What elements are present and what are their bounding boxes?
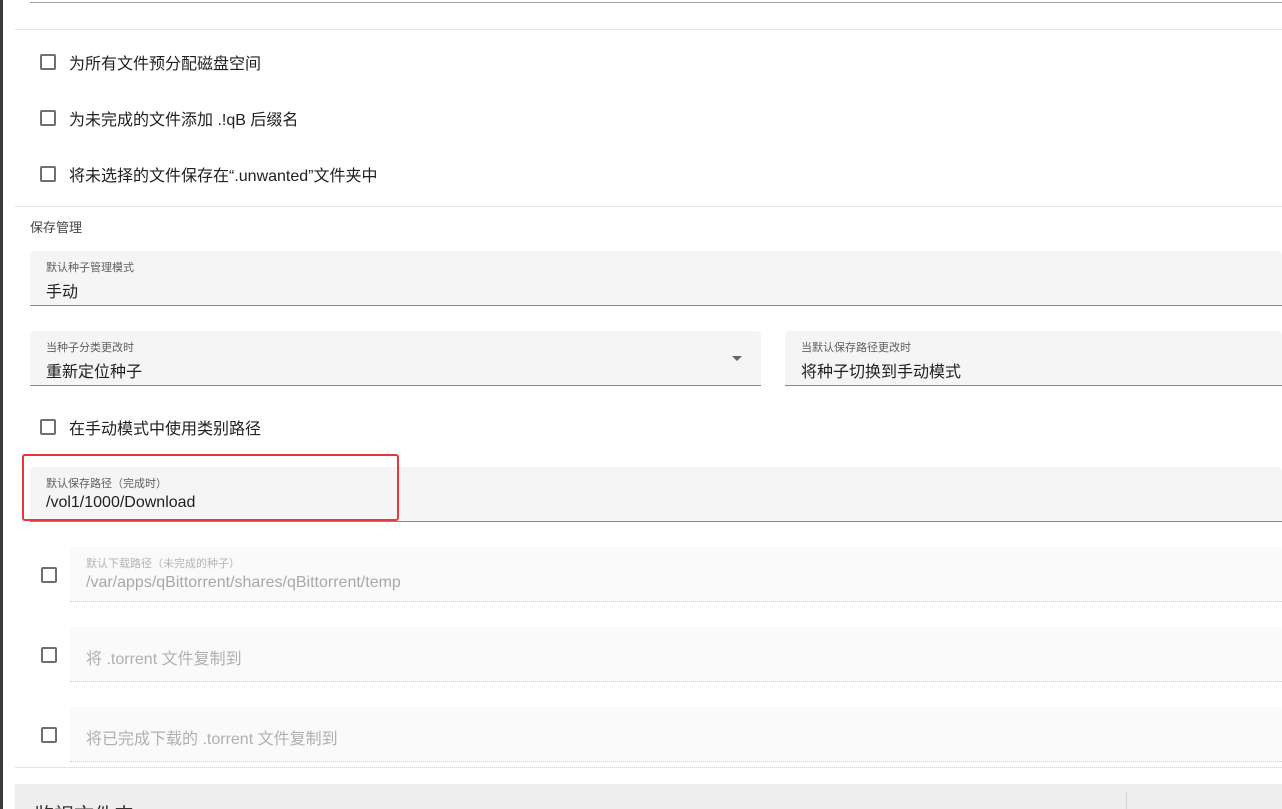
previous-field-underline	[30, 2, 1282, 3]
default-torrent-mode-select[interactable]: 默认种子管理模式 手动	[30, 251, 1282, 306]
preallocate-checkbox[interactable]	[40, 54, 56, 70]
section-title-save-management: 保存管理	[30, 220, 83, 235]
divider	[15, 767, 1282, 768]
copy-torrent-checkbox[interactable]	[41, 647, 57, 663]
default-save-path-input[interactable]: 默认保存路径（完成时） /vol1/1000/Download	[30, 467, 1282, 522]
watched-folders-panel: 监视文件夹	[15, 784, 1282, 809]
divider	[15, 206, 1282, 207]
dropdown-arrow-icon[interactable]	[732, 356, 742, 361]
default-torrent-mode-label: 默认种子管理模式	[46, 262, 134, 274]
default-torrent-mode-value: 手动	[46, 284, 79, 301]
default-path-change-select[interactable]: 当默认保存路径更改时 将种子切换到手动模式	[785, 331, 1282, 386]
copy-finished-torrent-input[interactable]: 将已完成下载的 .torrent 文件复制到	[70, 707, 1282, 762]
checkbox-row-unwanted-folder[interactable]: 将未选择的文件保存在“.unwanted”文件夹中	[40, 162, 378, 186]
copy-finished-torrent-placeholder: 将已完成下载的 .torrent 文件复制到	[86, 731, 338, 748]
temp-path-label: 默认下载路径（未完成的种子）	[86, 558, 240, 570]
watched-folders-title: 监视文件夹	[34, 799, 134, 809]
checkbox-row-preallocate[interactable]: 为所有文件预分配磁盘空间	[40, 50, 261, 74]
preallocate-label: 为所有文件预分配磁盘空间	[69, 56, 262, 73]
category-change-select[interactable]: 当种子分类更改时 重新定位种子	[30, 331, 761, 386]
qb-extension-checkbox[interactable]	[40, 110, 56, 126]
temp-path-value: /var/apps/qBittorrent/shares/qBittorrent…	[86, 574, 401, 591]
default-path-change-label: 当默认保存路径更改时	[801, 342, 911, 354]
category-paths-checkbox[interactable]	[40, 419, 56, 435]
default-save-path-label: 默认保存路径（完成时）	[46, 478, 167, 490]
checkbox-row-category-paths[interactable]: 在手动模式中使用类别路径	[40, 415, 261, 439]
temp-path-checkbox[interactable]	[41, 567, 57, 583]
default-save-path-value: /vol1/1000/Download	[46, 494, 196, 511]
panel-column-separator	[1126, 792, 1127, 809]
category-change-label: 当种子分类更改时	[46, 342, 134, 354]
default-path-change-value: 将种子切换到手动模式	[801, 364, 962, 381]
unwanted-folder-label: 将未选择的文件保存在“.unwanted”文件夹中	[69, 168, 378, 185]
category-change-value: 重新定位种子	[46, 364, 143, 381]
temp-path-input[interactable]: 默认下载路径（未完成的种子） /var/apps/qBittorrent/sha…	[70, 547, 1282, 602]
copy-torrent-input[interactable]: 将 .torrent 文件复制到	[70, 627, 1282, 682]
settings-page: 为所有文件预分配磁盘空间 为未完成的文件添加 .!qB 后缀名 将未选择的文件保…	[0, 0, 1282, 809]
category-paths-label: 在手动模式中使用类别路径	[69, 421, 262, 438]
copy-finished-torrent-checkbox[interactable]	[41, 727, 57, 743]
copy-torrent-placeholder: 将 .torrent 文件复制到	[86, 651, 242, 668]
qb-extension-label: 为未完成的文件添加 .!qB 后缀名	[69, 112, 299, 129]
left-border	[0, 0, 3, 809]
checkbox-row-qb-extension[interactable]: 为未完成的文件添加 .!qB 后缀名	[40, 106, 298, 130]
unwanted-folder-checkbox[interactable]	[40, 166, 56, 182]
divider	[15, 29, 1282, 30]
